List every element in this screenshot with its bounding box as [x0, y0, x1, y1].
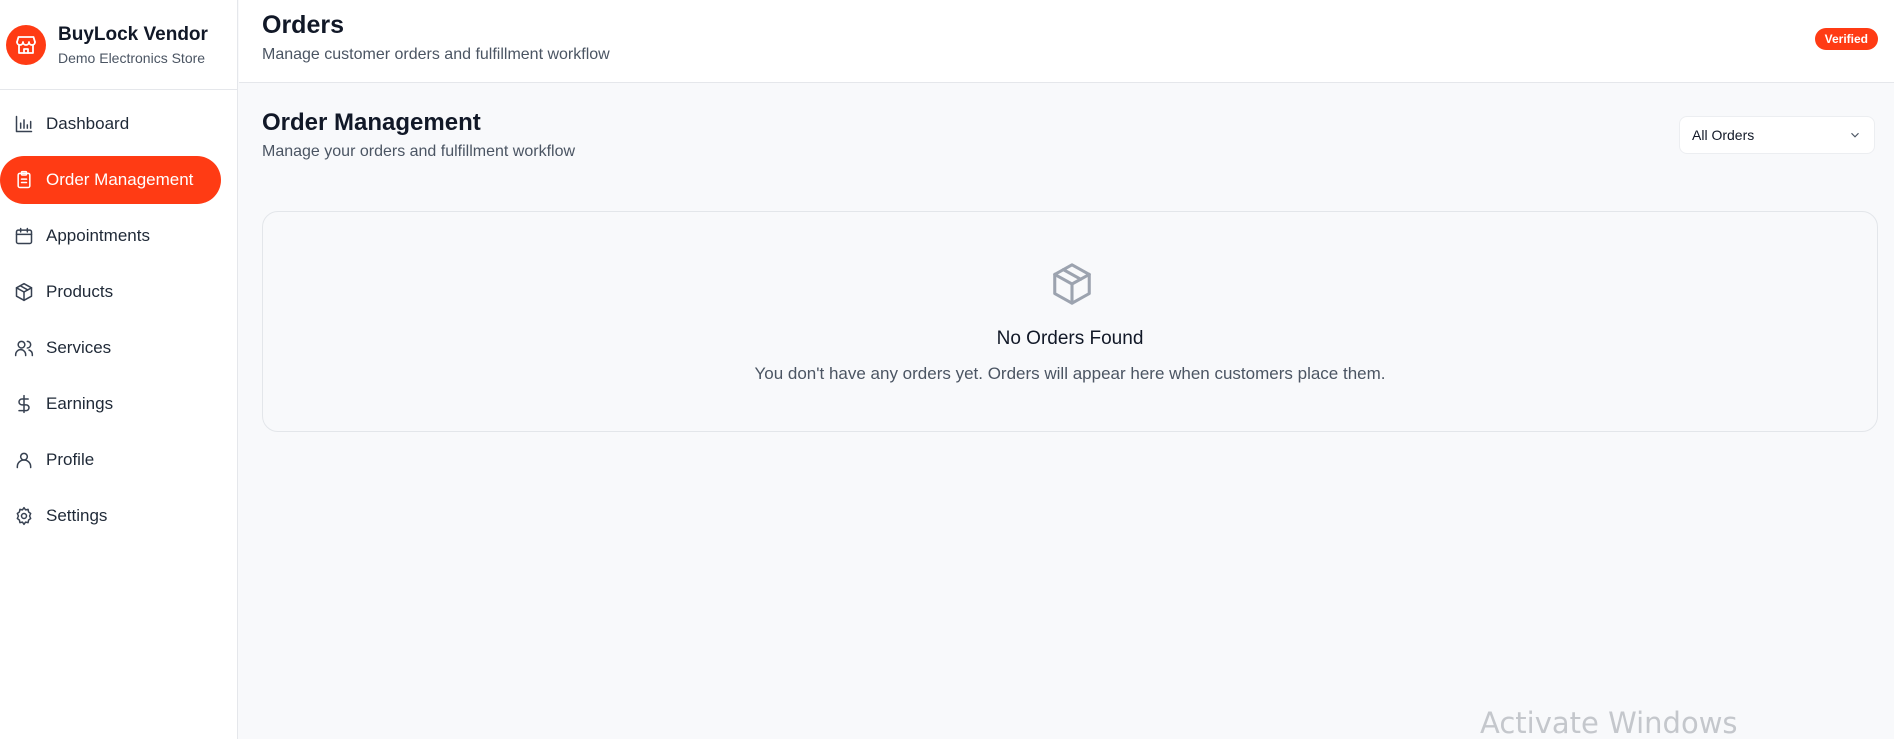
empty-state-text: You don't have any orders yet. Orders wi…	[754, 364, 1386, 383]
sidebar-item-label: Profile	[46, 450, 95, 469]
sidebar-nav: Dashboard Order Management Appointments …	[0, 90, 237, 540]
page-title: Orders	[262, 11, 344, 39]
sidebar-item-label: Services	[46, 338, 112, 357]
section-title: Order Management	[262, 109, 481, 136]
sidebar-item-order-management[interactable]: Order Management	[0, 156, 221, 204]
top-header: Orders Manage customer orders and fulfil…	[239, 0, 1894, 83]
user-icon	[16, 452, 32, 469]
package-icon	[15, 282, 33, 302]
sidebar-item-settings[interactable]: Settings	[0, 492, 221, 540]
section-subtitle: Manage your orders and fulfillment workf…	[262, 143, 576, 160]
sidebar-item-services[interactable]: Services	[0, 324, 221, 372]
calendar-icon	[15, 227, 33, 245]
sidebar: BuyLock Vendor Demo Electronics Store Da…	[0, 0, 238, 739]
users-icon	[14, 340, 34, 357]
gear-icon	[16, 506, 32, 526]
dollar-icon	[18, 394, 30, 414]
sidebar-item-label: Products	[46, 282, 114, 301]
sidebar-item-label: Settings	[46, 506, 108, 525]
sidebar-item-label: Order Management	[46, 170, 194, 189]
order-filter-select[interactable]: All Orders	[1679, 116, 1875, 154]
sidebar-item-label: Dashboard	[46, 114, 130, 133]
empty-state-card: No Orders Found You don't have any order…	[262, 211, 1878, 432]
verified-badge: Verified	[1814, 28, 1878, 50]
sidebar-item-dashboard[interactable]: Dashboard	[0, 100, 221, 148]
empty-state-title: No Orders Found	[996, 328, 1144, 349]
bar-chart-icon	[15, 115, 33, 133]
sidebar-item-products[interactable]: Products	[0, 268, 221, 316]
sidebar-item-label: Earnings	[46, 394, 114, 413]
order-filter-value: All Orders	[1692, 127, 1755, 143]
sidebar-item-appointments[interactable]: Appointments	[0, 212, 221, 260]
clipboard-icon	[17, 170, 31, 189]
brand-subtitle: Demo Electronics Store	[58, 49, 206, 66]
package-icon	[1049, 261, 1095, 307]
brand-name: BuyLock Vendor	[58, 23, 208, 45]
chevron-down-icon	[1848, 128, 1862, 142]
sidebar-item-earnings[interactable]: Earnings	[0, 380, 221, 428]
windows-activation-watermark: Activate Windows	[1480, 706, 1738, 739]
sidebar-item-label: Appointments	[46, 226, 150, 245]
page-subtitle: Manage customer orders and fulfillment w…	[262, 46, 610, 63]
brand: BuyLock Vendor Demo Electronics Store	[0, 0, 237, 90]
store-icon	[6, 24, 46, 65]
sidebar-item-profile[interactable]: Profile	[0, 436, 221, 484]
